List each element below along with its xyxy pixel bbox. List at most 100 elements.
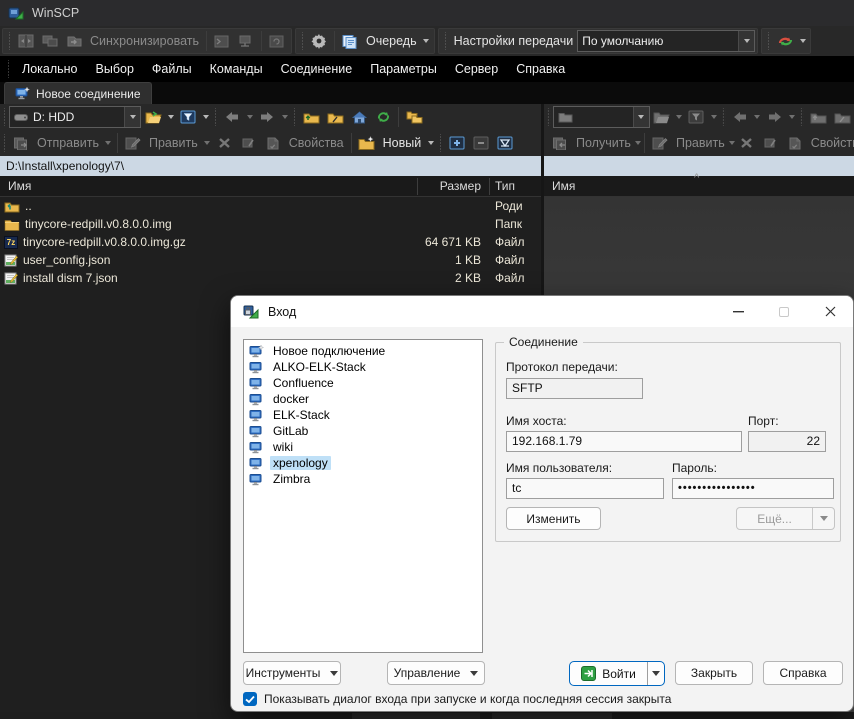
show-login-dialog-option[interactable]: Показывать диалог входа при запуске и ко… — [243, 692, 671, 706]
site-list[interactable]: Новое подключение ALKO-ELK-Stack Conflue… — [243, 339, 483, 653]
column-header-size[interactable]: Размер — [418, 179, 481, 193]
back-icon[interactable] — [728, 106, 752, 128]
delete-icon[interactable] — [213, 132, 237, 154]
remote-dir-combobox[interactable] — [553, 106, 650, 128]
site-item[interactable]: ELK-Stack — [244, 407, 482, 423]
download-button[interactable]: Получить — [572, 136, 635, 150]
toolbar-grip[interactable] — [2, 108, 7, 126]
local-drive-dropdown[interactable] — [124, 107, 140, 127]
open-directory-dropdown[interactable] — [674, 106, 685, 128]
new-item-dropdown[interactable] — [425, 132, 436, 154]
filter-dropdown[interactable] — [708, 106, 719, 128]
toolbar-grip[interactable] — [546, 108, 551, 126]
queue-button[interactable]: Очередь — [362, 34, 421, 48]
forward-icon[interactable] — [255, 106, 279, 128]
column-divider[interactable] — [417, 178, 418, 195]
edit-file-icon[interactable] — [121, 132, 145, 154]
refresh-icon[interactable] — [371, 106, 395, 128]
upload-button[interactable]: Отправить — [33, 136, 103, 150]
column-divider[interactable] — [489, 178, 490, 195]
console-icon[interactable] — [210, 30, 234, 52]
parent-directory-icon[interactable] — [806, 106, 830, 128]
maximize-button[interactable] — [761, 296, 807, 327]
site-item-selected[interactable]: xpenology — [244, 455, 482, 471]
column-header-type[interactable]: Тип — [495, 179, 515, 193]
site-item[interactable]: GitLab — [244, 423, 482, 439]
menubar-grip[interactable] — [6, 60, 11, 78]
menu-mark[interactable]: Выбор — [87, 62, 143, 76]
synchronize-color-dropdown[interactable] — [797, 30, 808, 52]
download-icon[interactable] — [548, 132, 572, 154]
invert-selection-icon[interactable] — [493, 132, 517, 154]
file-row[interactable]: install dism 7.json 2 KB Файл — [0, 269, 541, 287]
upload-icon[interactable] — [9, 132, 33, 154]
help-button[interactable]: Справка — [763, 661, 843, 685]
directory-tree-icon[interactable] — [402, 106, 426, 128]
forward-dropdown[interactable] — [279, 106, 290, 128]
toolbar-grip[interactable] — [721, 108, 726, 126]
open-directory-icon[interactable] — [141, 106, 165, 128]
column-header-name[interactable]: Имя — [8, 179, 31, 193]
site-item[interactable]: docker — [244, 391, 482, 407]
back-dropdown[interactable] — [244, 106, 255, 128]
home-icon[interactable] — [347, 106, 371, 128]
back-dropdown[interactable] — [752, 106, 763, 128]
root-directory-icon[interactable] — [323, 106, 347, 128]
gear-icon[interactable] — [307, 30, 331, 52]
toolbar-grip[interactable] — [300, 32, 305, 50]
host-field[interactable]: 192.168.1.79 — [506, 431, 742, 452]
properties-icon[interactable] — [783, 132, 807, 154]
login-dialog-titlebar[interactable]: Вход — [231, 296, 853, 327]
close-button[interactable] — [807, 296, 853, 327]
root-directory-icon[interactable] — [830, 106, 854, 128]
new-item-button[interactable]: Новый — [379, 136, 426, 150]
edit-file-dropdown[interactable] — [202, 132, 213, 154]
site-item-new[interactable]: Новое подключение — [244, 343, 482, 359]
open-directory-icon[interactable] — [650, 106, 674, 128]
panel-collapse-chevron[interactable]: ^ — [694, 172, 699, 184]
menu-help[interactable]: Справка — [507, 62, 574, 76]
properties-icon[interactable] — [261, 132, 285, 154]
parent-directory-icon[interactable] — [299, 106, 323, 128]
toolbar-grip[interactable] — [766, 32, 771, 50]
column-header-name[interactable]: Имя — [552, 179, 575, 193]
transfer-preset-dropdown[interactable] — [738, 31, 754, 51]
toolbar-grip[interactable] — [7, 32, 12, 50]
remote-dir-dropdown[interactable] — [633, 107, 649, 127]
minimize-button[interactable] — [715, 296, 761, 327]
back-icon[interactable] — [220, 106, 244, 128]
forward-icon[interactable] — [763, 106, 787, 128]
file-row[interactable]: 7z tinycore-redpill.v0.8.0.0.img.gz 64 6… — [0, 233, 541, 251]
filter-icon[interactable] — [684, 106, 708, 128]
select-add-icon[interactable] — [445, 132, 469, 154]
edit-file-icon[interactable] — [648, 132, 672, 154]
toolbar-grip[interactable] — [292, 108, 297, 126]
properties-button[interactable]: Свойства — [285, 136, 348, 150]
toolbar-grip[interactable] — [438, 134, 443, 152]
delete-icon[interactable] — [735, 132, 759, 154]
select-remove-icon[interactable] — [469, 132, 493, 154]
menu-local[interactable]: Локально — [13, 62, 87, 76]
advanced-dropdown[interactable] — [812, 508, 834, 529]
site-item[interactable]: wiki — [244, 439, 482, 455]
protocol-field[interactable]: SFTP — [506, 378, 643, 399]
edit-file-button[interactable]: Править — [672, 136, 729, 150]
filter-dropdown[interactable] — [200, 106, 211, 128]
login-dropdown[interactable] — [647, 662, 664, 685]
site-item[interactable]: Confluence — [244, 375, 482, 391]
toolbar-grip[interactable] — [213, 108, 218, 126]
port-field[interactable]: 22 — [748, 431, 826, 452]
queue-dropdown[interactable] — [421, 30, 432, 52]
local-drive-combobox[interactable]: D: HDD — [9, 106, 141, 128]
filter-icon[interactable] — [176, 106, 200, 128]
password-field[interactable]: •••••••••••••••• — [672, 478, 834, 499]
file-row[interactable]: tinycore-redpill.v0.8.0.0.img Папк — [0, 215, 541, 233]
upload-dropdown[interactable] — [103, 132, 114, 154]
synchronize-browsing-icon[interactable] — [38, 30, 62, 52]
commander-layout-icon[interactable] — [14, 30, 38, 52]
network-drive-icon[interactable] — [234, 30, 258, 52]
rename-icon[interactable] — [759, 132, 783, 154]
synchronize-icon[interactable] — [62, 30, 86, 52]
username-field[interactable]: tc — [506, 478, 664, 499]
open-directory-dropdown[interactable] — [165, 106, 176, 128]
